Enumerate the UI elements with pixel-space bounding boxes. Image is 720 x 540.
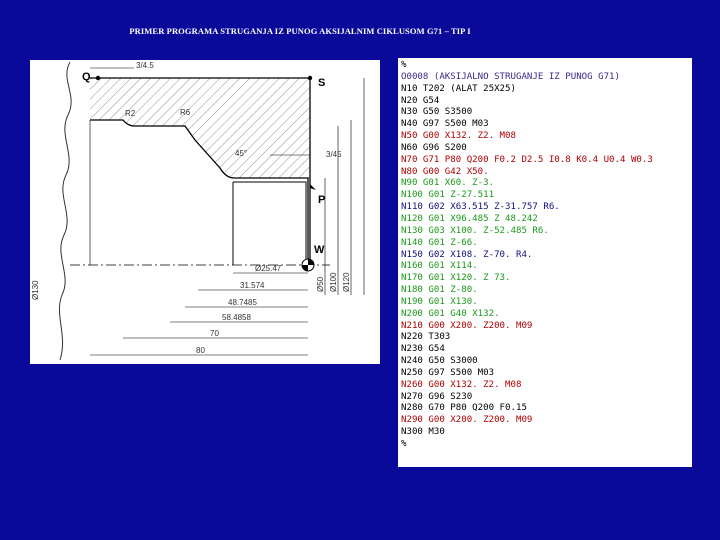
- program-line: N200 G01 G40 X132.: [401, 308, 500, 319]
- program-line: N120 G01 X96.485 Z 48.242: [401, 213, 538, 224]
- dim-h1: Ø25.47: [255, 264, 282, 273]
- drawing-svg: Q S P W 3/4.5 R2 R6 45° 3/45 Ø25.47 31.5…: [31, 61, 365, 361]
- program-line: N250 G97 S500 M03: [401, 367, 495, 378]
- dim-v4: Ø120: [342, 272, 351, 292]
- dim-r2: R2: [125, 109, 136, 118]
- label-w: W: [314, 244, 325, 256]
- program-line: N190 G01 X130.: [401, 296, 478, 307]
- dim-h4: 58.4858: [222, 313, 251, 322]
- origin-w-icon: [301, 258, 315, 272]
- dim-v3: Ø100: [329, 272, 338, 292]
- program-line: O0008 (AKSIJALNO STRUGANJE IZ PUNOG G71): [401, 71, 620, 82]
- program-line: %: [401, 60, 407, 70]
- dim-r6: R6: [180, 108, 191, 117]
- program-line: N30 G50 S3500: [401, 107, 473, 118]
- dim-h2: 31.574: [240, 281, 265, 290]
- dim-v1: Ø130: [31, 280, 40, 300]
- program-line: N90 G01 X60. Z-3.: [401, 178, 495, 189]
- program-line: N100 G01 Z-27.511: [401, 190, 495, 201]
- program-line: N110 G02 X63.515 Z-31.757 R6.: [401, 202, 560, 213]
- program-line: N50 G00 X132. Z2. M08: [401, 131, 516, 142]
- program-line: N270 G96 S230: [401, 391, 473, 402]
- page-title: PRIMER PROGRAMA STRUGANJA IZ PUNOG AKSIJ…: [129, 26, 471, 36]
- program-line: N10 T202 (ALAT 25X25): [401, 83, 516, 94]
- program-line: N290 G00 X200. Z200. M09: [401, 415, 533, 426]
- technical-drawing: Q S P W 3/4.5 R2 R6 45° 3/45 Ø25.47 31.5…: [30, 60, 380, 364]
- program-line: N60 G96 S200: [401, 142, 467, 153]
- dim-45: 45°: [235, 149, 247, 158]
- dim-h3: 48.7485: [228, 298, 257, 307]
- cnc-program-listing: % O0008 (AKSIJALNO STRUGANJE IZ PUNOG G71…: [398, 58, 692, 467]
- program-line: N260 G00 X132. Z2. M08: [401, 379, 522, 390]
- program-line: N80 G00 G42 X50.: [401, 166, 489, 177]
- program-line: N170 G01 X120. Z 73.: [401, 273, 511, 284]
- program-line: N70 G71 P80 Q200 F0.2 D2.5 I0.8 K0.4 U0.…: [401, 154, 653, 165]
- program-line: N210 G00 X200. Z200. M09: [401, 320, 533, 331]
- dim-h6: 80: [196, 346, 205, 355]
- program-line: N20 G54: [401, 95, 440, 106]
- break-line: [58, 61, 72, 361]
- hatched-material: [90, 78, 310, 178]
- point-s-marker: [307, 75, 313, 81]
- program-line: N140 G01 Z-66.: [401, 237, 478, 248]
- finish-contour: [232, 181, 307, 265]
- program-line: N240 G50 S3000: [401, 356, 478, 367]
- program-line: N300 M30: [401, 427, 445, 438]
- point-q-marker: [95, 75, 101, 81]
- program-line: N180 G01 Z-80.: [401, 285, 478, 296]
- program-line: N130 G03 X100. Z-52.485 R6.: [401, 225, 549, 236]
- dim-top: 3/4.5: [136, 61, 154, 70]
- program-line: N40 G97 S500 M03: [401, 119, 489, 130]
- label-s: S: [318, 77, 325, 89]
- program-line: %: [401, 439, 407, 449]
- point-p-marker: [310, 184, 316, 190]
- program-line: N220 T303: [401, 332, 451, 343]
- label-p: P: [318, 194, 325, 206]
- program-line: N160 G01 X114.: [401, 261, 478, 272]
- label-q: Q: [82, 71, 91, 83]
- program-line: N280 G70 P80 Q200 F0.15: [401, 403, 527, 414]
- dim-h5: 70: [210, 329, 219, 338]
- dim-v2: Ø50: [316, 276, 325, 292]
- program-line: N230 G54: [401, 344, 445, 355]
- program-line: N150 G02 X108. Z-70. R4.: [401, 249, 533, 260]
- dim-right: 3/45: [326, 150, 342, 159]
